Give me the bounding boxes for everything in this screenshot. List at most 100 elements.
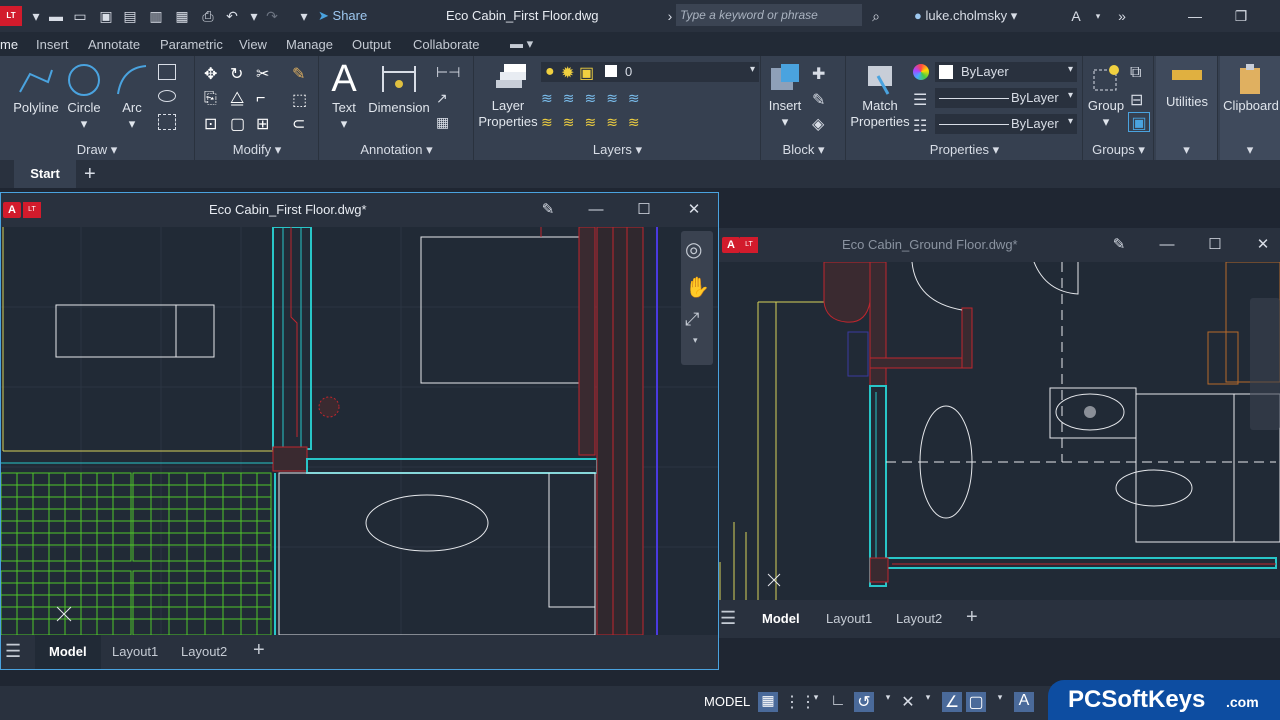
groups-panel-title[interactable]: Groups ▾	[1084, 142, 1153, 158]
grid-icon[interactable]: ▦	[758, 692, 778, 712]
add-layout-icon[interactable]: +	[253, 639, 265, 662]
polar-icon[interactable]: ↺	[854, 692, 874, 712]
close-icon[interactable]: ✕	[683, 200, 705, 220]
create-block-icon[interactable]: ✚	[812, 64, 830, 83]
tab-parametric[interactable]: Parametric	[160, 37, 223, 52]
minimize-icon[interactable]: —	[585, 200, 607, 220]
text-tool[interactable]: A Text ▾	[326, 60, 362, 132]
polar-dropdown-icon[interactable]: ▾	[878, 692, 898, 712]
open-folder-icon[interactable]: ▭	[70, 6, 90, 26]
minimize-icon[interactable]: —	[1156, 235, 1178, 255]
snap-icon[interactable]: ⋮⋮	[784, 692, 816, 712]
start-tab[interactable]: Start	[14, 160, 76, 188]
tab-output[interactable]: Output	[352, 37, 391, 52]
modify-panel-title[interactable]: Modify ▾	[196, 142, 318, 158]
print-icon[interactable]: ⎙	[198, 6, 218, 26]
lineweight-dropdown[interactable]: ByLayer ▾	[935, 114, 1077, 134]
tab-layout2[interactable]: Layout2	[181, 644, 227, 659]
undo-icon[interactable]: ↶	[222, 6, 242, 26]
autodesk-app-icon[interactable]: A	[1066, 6, 1086, 26]
redo-icon[interactable]: ↷	[262, 6, 282, 26]
isodraft-icon[interactable]: ✕	[898, 692, 918, 712]
pan-icon[interactable]: ✋	[685, 275, 710, 300]
search-icon[interactable]: ⌕	[866, 6, 886, 26]
layers-panel-title[interactable]: Layers ▾	[475, 142, 760, 158]
tab-manage[interactable]: Manage	[286, 37, 333, 52]
tab-model[interactable]: Model	[762, 611, 800, 626]
app-dropdown-icon[interactable]: ▾	[1088, 6, 1108, 26]
attribute-icon[interactable]: ◈	[812, 114, 830, 133]
tab-home[interactable]: me	[0, 37, 18, 52]
mirror-icon[interactable]: ⧋	[230, 90, 248, 107]
ortho-icon[interactable]: ∟	[828, 692, 848, 712]
app-menu-chevron-icon[interactable]: ▾	[26, 6, 46, 26]
pin-icon[interactable]: ✎	[1108, 235, 1130, 255]
layer-dropdown[interactable]: ● ✹ ▣ 0 ▾	[541, 62, 759, 82]
clipboard-dropdown-icon[interactable]: ▾	[1220, 142, 1280, 158]
tab-annotate[interactable]: Annotate	[88, 37, 140, 52]
copy-icon[interactable]: ⎘	[204, 90, 222, 107]
hatch-icon[interactable]	[158, 114, 176, 130]
annotation-scale-icon[interactable]: A	[1014, 692, 1034, 712]
draw-panel-title[interactable]: Draw ▾	[0, 142, 194, 158]
annotation-panel-title[interactable]: Annotation ▾	[320, 142, 473, 158]
minimize-icon[interactable]: —	[1182, 6, 1208, 26]
insert-tool[interactable]: Insert ▾	[764, 60, 806, 130]
steering-wheel-icon[interactable]: ◎	[685, 237, 702, 262]
new-file-icon[interactable]: ▬	[46, 6, 66, 26]
trim-icon[interactable]: ✂	[256, 64, 274, 83]
erase-icon[interactable]: ✎	[292, 64, 310, 83]
user-account[interactable]: ● luke.cholmsky ▾	[914, 8, 1017, 24]
linetype-dropdown[interactable]: ByLayer ▾	[935, 88, 1077, 108]
save-web-icon[interactable]: ▦	[172, 6, 192, 26]
tab-insert[interactable]: Insert	[36, 37, 69, 52]
rectangle-icon[interactable]	[158, 64, 176, 80]
layer-properties-tool[interactable]: Layer Properties	[477, 60, 539, 130]
table-icon[interactable]: ▦	[436, 114, 454, 130]
scale-icon[interactable]: ▢	[230, 114, 248, 133]
explode-icon[interactable]: ⬚	[292, 90, 310, 109]
color-wheel-icon[interactable]	[913, 64, 929, 80]
array-icon[interactable]: ⊞	[256, 114, 274, 133]
dimension-tool[interactable]: Dimension	[366, 62, 432, 116]
close-icon[interactable]: ✕	[1252, 235, 1274, 255]
layer-tools-row-1[interactable]: ≋≋≋≋≋	[541, 90, 650, 107]
arc-tool[interactable]: Arc ▾	[112, 62, 152, 132]
open-web-icon[interactable]: ▥	[146, 6, 166, 26]
restore-icon[interactable]: ❐	[1228, 6, 1254, 26]
ground-floor-canvas[interactable]	[716, 262, 1280, 604]
rotate-icon[interactable]: ↻	[230, 64, 248, 83]
share-button[interactable]: ➤ Share	[318, 8, 367, 24]
object-tracking-icon[interactable]: ∠	[942, 692, 962, 712]
group-tool[interactable]: Group ▾	[1086, 62, 1126, 130]
save-as-icon[interactable]: ▤	[120, 6, 140, 26]
utilities-dropdown-icon[interactable]: ▾	[1156, 142, 1217, 158]
maximize-icon[interactable]: ☐	[1204, 235, 1226, 255]
properties-panel-title[interactable]: Properties ▾	[847, 142, 1082, 158]
tab-layout2[interactable]: Layout2	[896, 611, 942, 626]
tab-collaborate[interactable]: Collaborate	[413, 37, 480, 52]
block-panel-title[interactable]: Block ▾	[762, 142, 845, 158]
color-dropdown[interactable]: ByLayer ▾	[935, 62, 1077, 82]
undo-dropdown-icon[interactable]: ▾	[244, 6, 264, 26]
fillet-icon[interactable]: ⌐	[256, 90, 274, 107]
tab-view[interactable]: View	[239, 37, 267, 52]
circle-tool[interactable]: Circle ▾	[64, 62, 104, 132]
group-edit-icon[interactable]: ⊟	[1130, 90, 1148, 109]
pin-icon[interactable]: ✎	[537, 200, 559, 220]
tab-model[interactable]: Model	[49, 644, 87, 659]
osnap-icon[interactable]: ▢	[966, 692, 986, 712]
first-floor-canvas[interactable]	[1, 227, 718, 635]
app-logo[interactable]: LT	[0, 6, 22, 26]
maximize-icon[interactable]: ☐	[633, 200, 655, 220]
model-space-toggle[interactable]: MODEL	[704, 694, 750, 709]
move-icon[interactable]: ✥	[204, 64, 222, 83]
ungroup-icon[interactable]: ⧉	[1130, 64, 1148, 81]
leader-icon[interactable]: ↗	[436, 90, 454, 106]
group-select-icon[interactable]: ▣	[1128, 112, 1150, 132]
expand-icon[interactable]: »	[1112, 6, 1132, 26]
offset-icon[interactable]: ⊂	[292, 114, 310, 133]
ribbon-toggle-icon[interactable]: ▬ ▾	[510, 36, 533, 52]
linear-dim-icon[interactable]: ⊢⊣	[436, 64, 460, 80]
polyline-tool[interactable]: Polyline	[10, 62, 62, 116]
